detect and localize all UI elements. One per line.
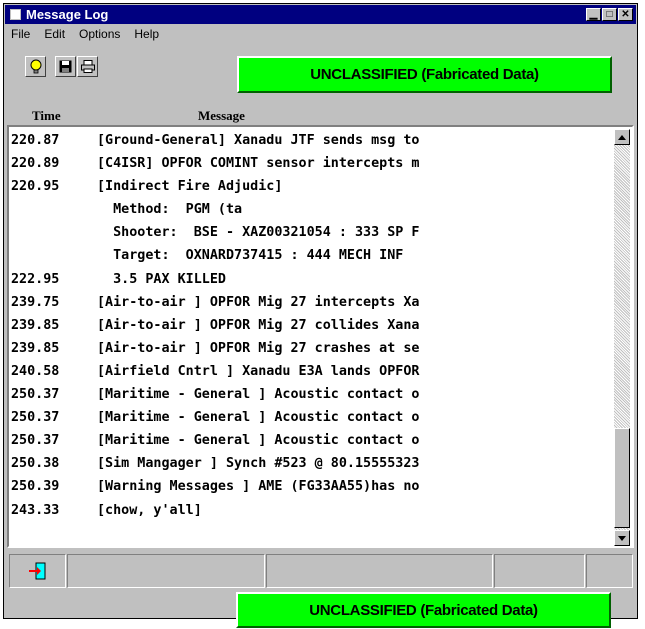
close-button[interactable]: ✕ xyxy=(618,8,633,21)
log-message: [chow, y'all] xyxy=(97,502,202,518)
log-time: 250.37 xyxy=(11,410,60,426)
log-message: Method: PGM (ta xyxy=(97,202,243,218)
log-row[interactable]: 250.39 [Warning Messages ] AME (FG33AA55)… xyxy=(11,475,612,498)
log-row[interactable]: Shooter: BSE - XAZ00321054 : 333 SP F xyxy=(11,221,612,244)
log-row[interactable]: Method: PGM (ta xyxy=(11,198,612,221)
log-time: 250.37 xyxy=(11,433,60,449)
log-message: [Air-to-air ] OPFOR Mig 27 intercepts Xa xyxy=(97,294,420,310)
vertical-scrollbar[interactable] xyxy=(614,129,630,546)
log-time: 239.85 xyxy=(11,317,60,333)
log-message: [Air-to-air ] OPFOR Mig 27 collides Xana xyxy=(97,317,420,333)
lightbulb-icon xyxy=(30,59,41,73)
arrow-down-icon xyxy=(618,535,626,541)
log-message: [Maritime - General ] Acoustic contact o xyxy=(97,410,420,426)
log-time: 239.85 xyxy=(11,340,60,356)
log-time: 220.87 xyxy=(11,133,60,148)
log-time: 250.39 xyxy=(11,479,60,495)
menu-options[interactable]: Options xyxy=(79,27,120,41)
exit-door-icon xyxy=(28,562,45,580)
log-row[interactable]: 222.95 3.5 PAX KILLED xyxy=(11,268,612,291)
log-time: 250.37 xyxy=(11,387,60,403)
status-exit-cell[interactable] xyxy=(9,554,66,588)
hint-button[interactable] xyxy=(25,56,46,77)
log-time: 220.89 xyxy=(11,156,60,172)
log-row[interactable]: 220.89 [C4ISR] OPFOR COMINT sensor interc… xyxy=(11,152,612,175)
message-list[interactable]: 220.87 [Ground-General] Xanadu JTF sends … xyxy=(7,125,634,548)
log-time: 240.58 xyxy=(11,363,60,379)
log-row[interactable]: 239.75 [Air-to-air ] OPFOR Mig 27 interce… xyxy=(11,291,612,314)
log-message: [Air-to-air ] OPFOR Mig 27 crashes at se xyxy=(97,340,420,356)
minimize-button[interactable]: ▁ xyxy=(586,8,601,21)
column-message[interactable]: Message xyxy=(198,108,245,124)
title-bar[interactable]: Message Log ▁ □ ✕ xyxy=(5,5,636,24)
scroll-thumb[interactable] xyxy=(614,428,630,528)
log-message: Shooter: BSE - XAZ00321054 : 333 SP F xyxy=(97,225,420,241)
log-message: [C4ISR] OPFOR COMINT sensor intercepts m xyxy=(97,156,420,172)
log-row[interactable]: 239.85 [Air-to-air ] OPFOR Mig 27 collide… xyxy=(11,314,612,337)
log-message: [Sim Mangager ] Synch #523 @ 80.15555323 xyxy=(97,456,420,472)
log-row[interactable]: 250.38 [Sim Mangager ] Synch #523 @ 80.15… xyxy=(11,452,612,475)
save-icon xyxy=(59,60,72,73)
status-bar xyxy=(5,553,636,589)
menu-file[interactable]: File xyxy=(11,27,30,41)
log-message: [Maritime - General ] Acoustic contact o xyxy=(97,433,420,449)
status-cell-4 xyxy=(586,554,633,588)
log-row[interactable]: Target: OXNARD737415 : 444 MECH INF xyxy=(11,244,612,267)
log-row[interactable]: 220.87 [Ground-General] Xanadu JTF sends … xyxy=(11,129,612,152)
status-cell-1 xyxy=(67,554,265,588)
classification-banner-bottom: UNCLASSIFIED (Fabricated Data) xyxy=(236,592,611,628)
print-icon xyxy=(80,60,95,73)
log-row[interactable]: 220.95 [Indirect Fire Adjudic] xyxy=(11,175,612,198)
arrow-up-icon xyxy=(618,134,626,140)
message-log-window: Message Log ▁ □ ✕ File Edit Options Help xyxy=(3,3,638,628)
window-menu-icon[interactable] xyxy=(10,9,21,20)
log-message: 3.5 PAX KILLED xyxy=(97,271,226,287)
message-lines: 220.87 [Ground-General] Xanadu JTF sends … xyxy=(11,129,612,546)
log-row[interactable]: 250.37 [Maritime - General ] Acoustic con… xyxy=(11,406,612,429)
save-button[interactable] xyxy=(55,56,76,77)
print-button[interactable] xyxy=(77,56,98,77)
log-message: [Warning Messages ] AME (FG33AA55)has no xyxy=(97,479,420,495)
log-message: [Airfield Cntrl ] Xanadu E3A lands OPFOR xyxy=(97,363,420,379)
log-message: [Maritime - General ] Acoustic contact o xyxy=(97,387,420,403)
log-time: 250.38 xyxy=(11,456,60,472)
window-title: Message Log xyxy=(26,7,109,22)
menu-help[interactable]: Help xyxy=(134,27,159,41)
scroll-down-button[interactable] xyxy=(614,530,630,546)
toolbar: UNCLASSIFIED (Fabricated Data) xyxy=(5,44,636,94)
status-cell-3 xyxy=(494,554,585,588)
log-message: Target: OXNARD737415 : 444 MECH INF xyxy=(97,248,404,264)
caption-buttons: ▁ □ ✕ xyxy=(586,8,633,21)
log-row[interactable]: 250.37 [Maritime - General ] Acoustic con… xyxy=(11,429,612,452)
scroll-up-button[interactable] xyxy=(614,129,630,145)
log-row[interactable]: 250.37 [Maritime - General ] Acoustic con… xyxy=(11,383,612,406)
log-time: 220.95 xyxy=(11,179,60,195)
log-time: 243.33 xyxy=(11,502,60,518)
maximize-button[interactable]: □ xyxy=(602,8,617,21)
log-row[interactable]: 243.33 [chow, y'all] xyxy=(11,499,612,522)
log-row[interactable]: 240.58 [Airfield Cntrl ] Xanadu E3A lands… xyxy=(11,360,612,383)
column-header: Time Message xyxy=(5,106,636,124)
log-time: 239.75 xyxy=(11,294,60,310)
column-time[interactable]: Time xyxy=(32,108,61,124)
log-time: 222.95 xyxy=(11,271,60,287)
log-message: [Ground-General] Xanadu JTF sends msg to xyxy=(97,133,420,148)
menu-bar: File Edit Options Help xyxy=(5,25,636,43)
log-message: [Indirect Fire Adjudic] xyxy=(97,179,283,195)
log-row[interactable]: 239.85 [Air-to-air ] OPFOR Mig 27 crashes… xyxy=(11,337,612,360)
classification-banner-top: UNCLASSIFIED (Fabricated Data) xyxy=(237,56,612,93)
status-cell-2 xyxy=(266,554,493,588)
menu-edit[interactable]: Edit xyxy=(44,27,65,41)
